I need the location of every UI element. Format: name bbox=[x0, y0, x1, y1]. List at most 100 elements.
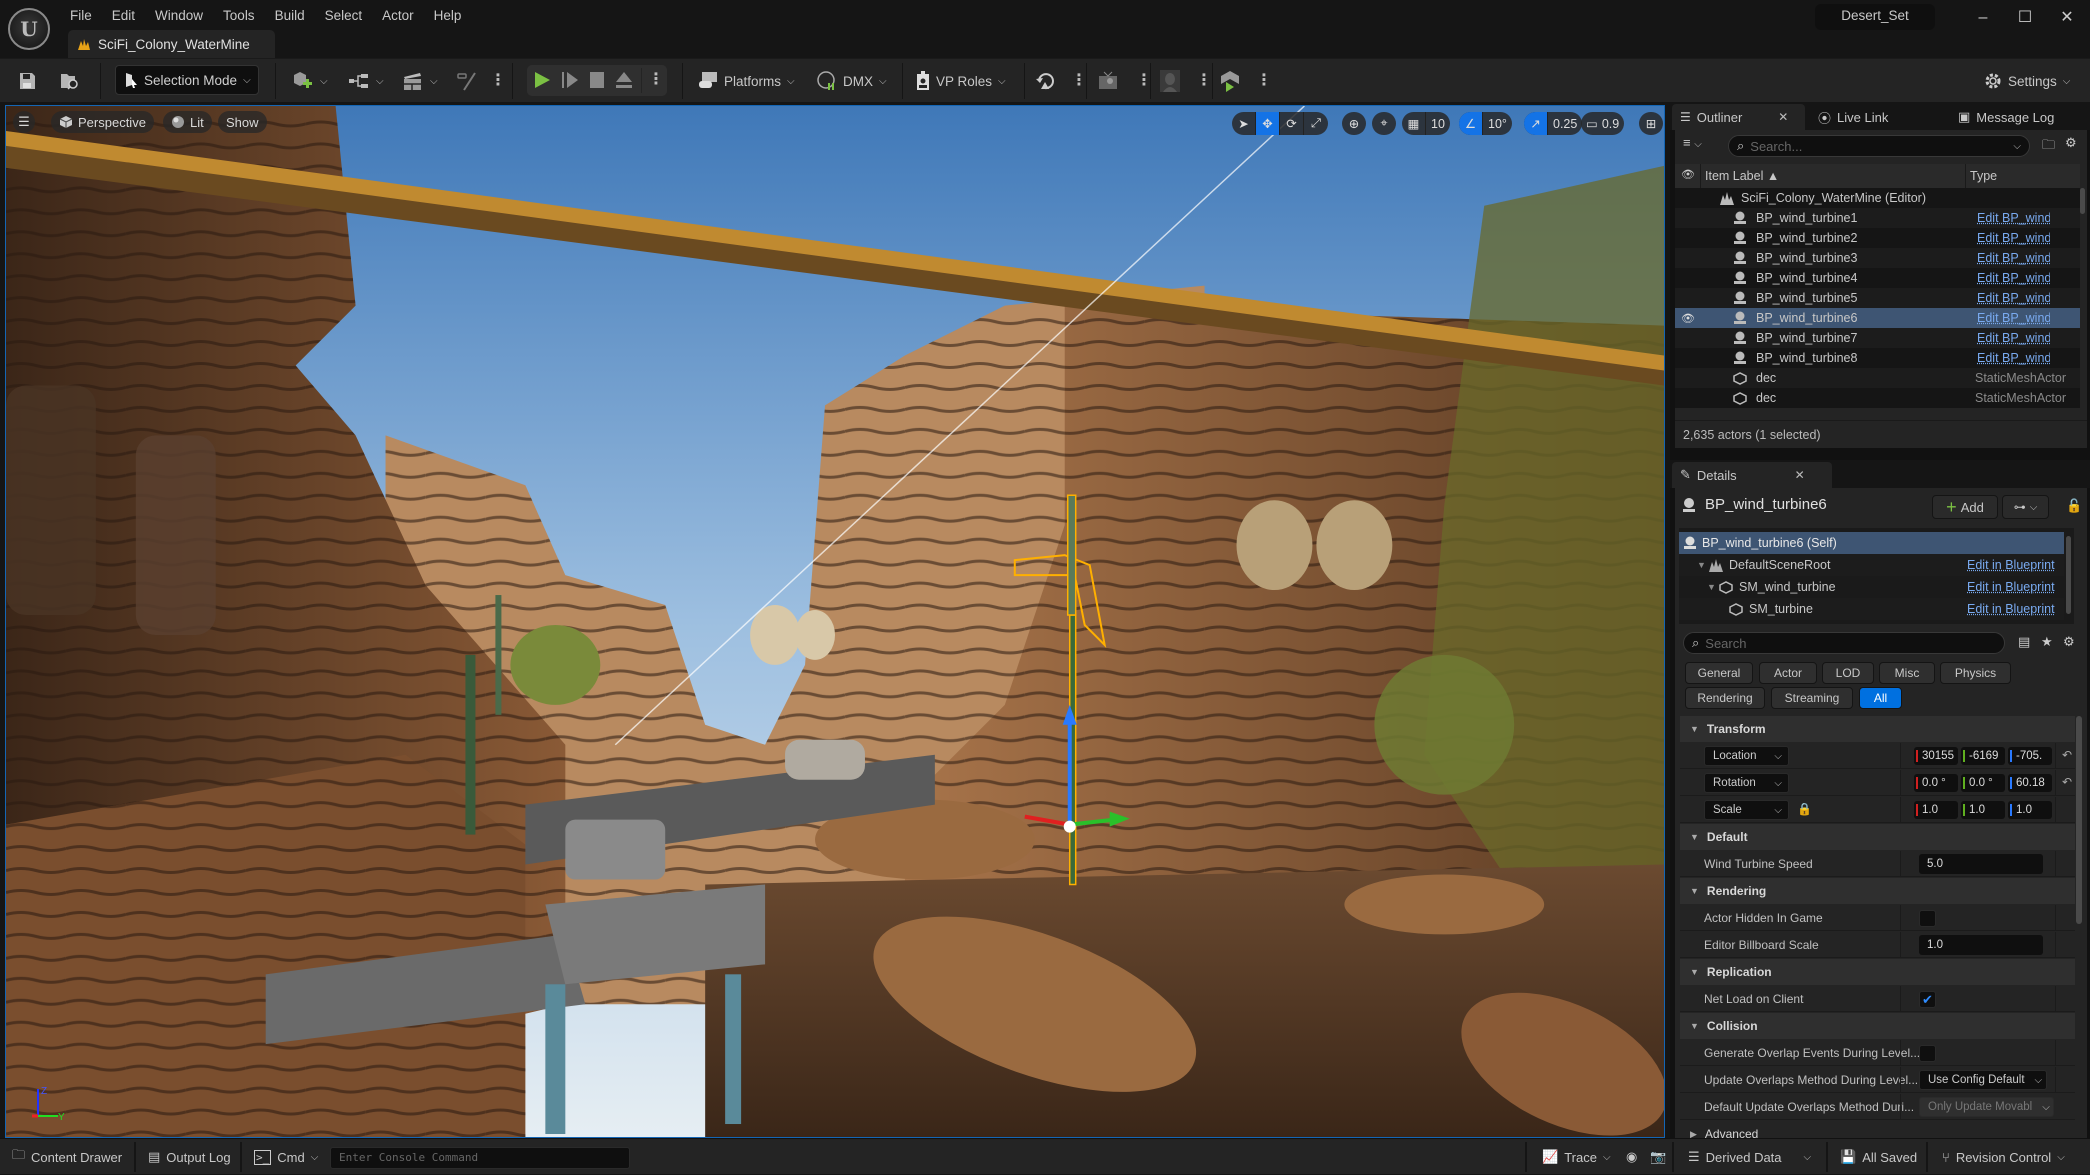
blueprint-button[interactable]: ⌵ bbox=[348, 59, 384, 103]
rotation-x-input[interactable]: 0.0 ° bbox=[1914, 774, 1958, 792]
menu-select[interactable]: Select bbox=[315, 4, 373, 26]
components-scrollbar[interactable] bbox=[2066, 536, 2071, 614]
outliner-scrollbar[interactable] bbox=[2080, 188, 2085, 214]
tab-message-log[interactable]: ▣ Message Log bbox=[1950, 104, 2062, 130]
outliner-root-row[interactable]: SciFi_Colony_WaterMine (Editor) bbox=[1675, 188, 2080, 208]
item-label-column[interactable]: Item Label ▲ bbox=[1705, 169, 1779, 183]
menu-file[interactable]: File bbox=[60, 4, 102, 26]
perspective-button[interactable]: Perspective bbox=[51, 111, 154, 133]
cinematics-button[interactable]: ⌵ bbox=[402, 59, 438, 103]
category-advanced[interactable]: ▶ Advanced bbox=[1680, 1121, 2075, 1138]
menu-edit[interactable]: Edit bbox=[102, 4, 145, 26]
translate-tool[interactable]: ✥ bbox=[1256, 112, 1280, 135]
generate-overlap-checkbox[interactable] bbox=[1919, 1045, 1936, 1062]
kebab-icon[interactable]: ⋮ bbox=[1196, 73, 1212, 89]
surface-snapping-toggle[interactable]: ⌖ bbox=[1372, 112, 1396, 135]
advance-frame-icon[interactable] bbox=[561, 71, 579, 89]
filter-all[interactable]: All bbox=[1859, 687, 1902, 709]
scale-snap-value[interactable]: 0.25 bbox=[1548, 112, 1582, 135]
eject-icon[interactable] bbox=[615, 71, 633, 89]
cmd-dropdown[interactable]: >_ Cmd ⌵ bbox=[254, 1139, 318, 1175]
outliner-row[interactable]: BP_wind_turbine2 Edit BP_wind_turl bbox=[1675, 228, 2080, 248]
select-tool[interactable]: ➤ bbox=[1232, 112, 1256, 135]
output-log-button[interactable]: ▤ Output Log bbox=[148, 1139, 231, 1175]
viewport-layout-button[interactable]: ⊞ bbox=[1639, 112, 1663, 135]
avatar-button[interactable]: ⋮ bbox=[1160, 59, 1212, 103]
category-default[interactable]: ▼ Default bbox=[1680, 824, 2075, 850]
outliner-row[interactable]: BP_wind_turbine3 Edit BP_wind_turl bbox=[1675, 248, 2080, 268]
close-tab-icon[interactable]: ✕ bbox=[1795, 468, 1805, 482]
edit-blueprint-link[interactable]: Edit BP_wind_turl bbox=[1977, 211, 2050, 225]
scale-dropdown[interactable]: Scale ⌵ bbox=[1704, 800, 1789, 820]
minimize-button[interactable]: – bbox=[1968, 6, 1998, 30]
camera-speed-button[interactable]: ▭ 0.9 bbox=[1581, 112, 1625, 135]
close-button[interactable]: ✕ bbox=[2052, 6, 2082, 30]
maximize-button[interactable]: ☐ bbox=[2010, 6, 2040, 30]
rotation-y-input[interactable]: 0.0 ° bbox=[1961, 774, 2005, 792]
filter-misc[interactable]: Misc bbox=[1879, 662, 1935, 684]
update-overlaps-dropdown[interactable]: Use Config Default ⌵ bbox=[1919, 1070, 2047, 1090]
outliner-row[interactable]: BP_wind_turbine8 Edit BP_wind_turl bbox=[1675, 348, 2080, 368]
location-dropdown[interactable]: Location ⌵ bbox=[1704, 746, 1789, 766]
wind-turbine-speed-input[interactable]: 5.0 bbox=[1919, 854, 2043, 874]
dmx-dropdown[interactable]: DMX ⌵ bbox=[817, 59, 887, 103]
location-z-input[interactable]: -705. bbox=[2008, 747, 2052, 765]
rotation-snap-group[interactable]: ∠ 10° bbox=[1459, 112, 1512, 135]
grid-snap-group[interactable]: ▦ 10 bbox=[1402, 112, 1450, 135]
content-drawer-button[interactable]: 🗀 Content Drawer bbox=[12, 1139, 122, 1175]
unreal-logo-icon[interactable]: U bbox=[8, 8, 50, 50]
component-row-scene-root[interactable]: ▼ DefaultSceneRoot Edit in Blueprint bbox=[1679, 554, 2064, 576]
filter-lod[interactable]: LOD bbox=[1822, 662, 1874, 684]
edit-blueprint-link[interactable]: Edit BP_wind_turl bbox=[1977, 231, 2050, 245]
scale-z-input[interactable]: 1.0 bbox=[2008, 801, 2052, 819]
grid-snap-value[interactable]: 10 bbox=[1426, 112, 1450, 135]
scale-y-input[interactable]: 1.0 bbox=[1961, 801, 2005, 819]
outliner-row[interactable]: BP_wind_turbine4 Edit BP_wind_turl bbox=[1675, 268, 2080, 288]
menu-help[interactable]: Help bbox=[424, 4, 472, 26]
rotate-tool[interactable]: ⟳ bbox=[1280, 112, 1304, 135]
content-browser-button[interactable] bbox=[60, 59, 80, 103]
expand-icon[interactable]: ▼ bbox=[1707, 582, 1716, 592]
table-view-icon[interactable]: ▤ bbox=[2018, 634, 2030, 650]
visibility-column-icon[interactable]: 👁 bbox=[1681, 168, 1695, 181]
billboard-scale-input[interactable]: 1.0 bbox=[1919, 935, 2043, 955]
outliner-row[interactable]: dec StaticMeshActor bbox=[1675, 388, 2080, 408]
outliner-row[interactable]: dec StaticMeshActor bbox=[1675, 368, 2080, 388]
console-command-input[interactable]: Enter Console Command bbox=[330, 1147, 630, 1169]
add-component-button[interactable]: + Add bbox=[1932, 495, 1998, 519]
filter-rendering[interactable]: Rendering bbox=[1685, 687, 1765, 709]
scale-snap-group[interactable]: ↗ 0.25 bbox=[1524, 112, 1583, 135]
outliner-search-input[interactable]: ⌕ Search... ⌵ bbox=[1728, 135, 2030, 157]
default-update-overlaps-dropdown[interactable]: Only Update Movabl ⌵ bbox=[1919, 1097, 2054, 1117]
details-scrollbar[interactable] bbox=[2076, 716, 2082, 924]
filter-general[interactable]: General bbox=[1685, 662, 1753, 684]
revision-control-dropdown[interactable]: ⑂ Revision Control ⌵ bbox=[1942, 1139, 2065, 1175]
trace-dropdown[interactable]: 📈 Trace ⌵ bbox=[1542, 1139, 1611, 1175]
record-trace-button[interactable]: ◉ bbox=[1626, 1139, 1637, 1175]
edit-in-blueprint-link[interactable]: Edit in Blueprint bbox=[1967, 558, 2055, 572]
component-row-self[interactable]: BP_wind_turbine6 (Self) bbox=[1679, 532, 2064, 554]
type-column[interactable]: Type bbox=[1970, 169, 1997, 183]
level-tab[interactable]: SciFi_Colony_WaterMine bbox=[68, 30, 275, 58]
broadcast-button[interactable]: ⋮ bbox=[1098, 59, 1152, 103]
screenshot-trace-button[interactable]: 📷 bbox=[1650, 1139, 1666, 1175]
category-collision[interactable]: ▼ Collision bbox=[1680, 1013, 2075, 1039]
play-options-icon[interactable]: ⋮ bbox=[648, 72, 664, 88]
reset-to-default-icon[interactable]: ↶ bbox=[2062, 748, 2072, 762]
launch-button[interactable]: ⋮ bbox=[1220, 59, 1272, 103]
play-icon[interactable] bbox=[533, 71, 551, 89]
all-saved-button[interactable]: 💾 All Saved bbox=[1840, 1139, 1917, 1175]
add-folder-icon[interactable]: 🗀 bbox=[2042, 136, 2055, 158]
stop-icon[interactable] bbox=[589, 72, 605, 88]
save-button[interactable] bbox=[18, 59, 36, 103]
lock-icon[interactable]: 🔓 bbox=[2066, 498, 2082, 514]
add-actor-button[interactable]: ⌵ bbox=[292, 59, 328, 103]
lock-icon[interactable]: 🔒 bbox=[1797, 802, 1812, 816]
category-transform[interactable]: ▼ Transform bbox=[1680, 716, 2075, 742]
edit-blueprint-link[interactable]: Edit BP_wind_turl bbox=[1977, 331, 2050, 345]
kebab-icon[interactable]: ⋮ bbox=[1256, 73, 1272, 89]
outliner-row[interactable]: BP_wind_turbine1 Edit BP_wind_turl bbox=[1675, 208, 2080, 228]
filter-actor[interactable]: Actor bbox=[1759, 662, 1817, 684]
component-row-sm-wind-turbine[interactable]: ▼ SM_wind_turbine Edit in Blueprint bbox=[1679, 576, 2064, 598]
location-x-input[interactable]: 30155 bbox=[1914, 747, 1958, 765]
